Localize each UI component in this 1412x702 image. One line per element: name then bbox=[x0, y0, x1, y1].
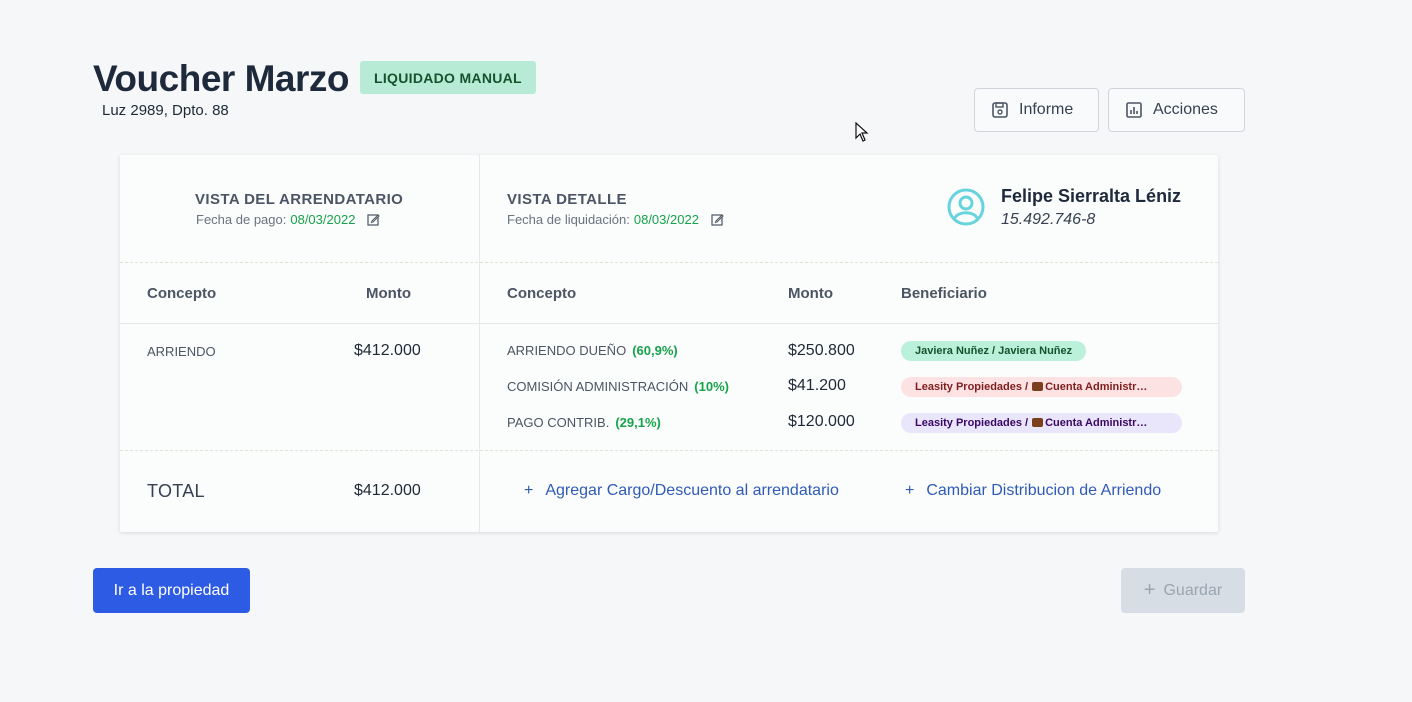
tenant-col-concept: Concepto bbox=[147, 285, 217, 302]
detail-date-value: 08/03/2022 bbox=[633, 212, 699, 227]
go-to-property-button[interactable]: Ir a la propiedad bbox=[93, 568, 250, 613]
mouse-cursor-icon bbox=[855, 122, 869, 142]
beneficiary-suffix: Cuenta Administr… bbox=[1045, 417, 1148, 429]
detail-row-pct: (10%) bbox=[694, 379, 729, 394]
beneficiary-prefix: Leasity Propiedades / bbox=[915, 381, 1029, 393]
columns-divider bbox=[120, 323, 1218, 324]
acciones-label: Acciones bbox=[1153, 101, 1218, 118]
total-amount: $412.000 bbox=[354, 482, 421, 499]
detail-row-pct: (60,9%) bbox=[632, 343, 678, 358]
beneficiary-suffix: Cuenta Administr… bbox=[1045, 381, 1148, 393]
tenant-view-title: VISTA DEL ARRENDATARIO bbox=[195, 191, 404, 208]
tenant-row-concept: ARRIENDO bbox=[147, 344, 216, 359]
tenant-date-value: 08/03/2022 bbox=[290, 212, 356, 227]
person-name: Felipe Sierralta Léniz bbox=[1001, 186, 1182, 206]
briefcase-icon bbox=[1032, 382, 1044, 391]
detail-row-concept: COMISIÓN ADMINISTRACIÓN (10%) bbox=[507, 379, 729, 394]
detail-row-concept-label: COMISIÓN ADMINISTRACIÓN bbox=[507, 379, 689, 394]
informe-button[interactable]: Informe bbox=[974, 88, 1099, 132]
detail-row-concept: PAGO CONTRIB. (29,1%) bbox=[507, 415, 661, 430]
change-distribution-label: Cambiar Distribucion de Arriendo bbox=[926, 482, 1162, 499]
detail-col-amount: Monto bbox=[788, 285, 833, 302]
user-circle-icon bbox=[947, 188, 985, 226]
voucher-card: VISTA DEL ARRENDATARIO Fecha de pago: 08… bbox=[120, 155, 1218, 532]
status-badge: LIQUIDADO MANUAL bbox=[360, 61, 536, 94]
tenant-date-label: Fecha de pago: bbox=[196, 212, 287, 227]
detail-row-amount: $41.200 bbox=[788, 377, 846, 394]
detail-date-label: Fecha de liquidación: bbox=[507, 212, 630, 227]
bar-chart-icon bbox=[1126, 102, 1142, 118]
header-divider bbox=[120, 262, 1218, 263]
column-divider bbox=[479, 155, 480, 532]
detail-col-beneficiary: Beneficiario bbox=[901, 285, 987, 302]
tenant-col-amount: Monto bbox=[366, 285, 411, 302]
detail-row-concept: ARRIENDO DUEÑO (60,9%) bbox=[507, 343, 678, 358]
detail-row-concept-label: ARRIENDO DUEÑO bbox=[507, 343, 627, 358]
edit-icon[interactable] bbox=[367, 213, 381, 226]
detail-view-title: VISTA DETALLE bbox=[507, 191, 627, 208]
detail-liquidation-date: Fecha de liquidación: 08/03/2022 bbox=[507, 212, 724, 227]
detail-col-concept: Concepto bbox=[507, 285, 577, 302]
add-charge-label: Agregar Cargo/Descuento al arrendatario bbox=[545, 482, 839, 499]
briefcase-icon bbox=[1032, 418, 1044, 427]
beneficiary-badge: Leasity Propiedades / Cuenta Administr… bbox=[901, 413, 1182, 433]
detail-row-pct: (29,1%) bbox=[615, 415, 661, 430]
detail-row-concept-label: PAGO CONTRIB. bbox=[507, 415, 610, 430]
informe-label: Informe bbox=[1019, 101, 1074, 118]
change-distribution-link[interactable]: + Cambiar Distribucion de Arriendo bbox=[905, 482, 1161, 500]
total-label: TOTAL bbox=[147, 481, 205, 501]
property-address: Luz 2989, Dpto. 88 bbox=[102, 102, 229, 119]
acciones-button[interactable]: Acciones bbox=[1108, 88, 1245, 132]
page-title: Voucher Marzo bbox=[93, 58, 349, 99]
person-rut: 15.492.746-8 bbox=[1001, 211, 1096, 228]
detail-row-amount: $250.800 bbox=[788, 342, 855, 359]
floppy-disk-icon bbox=[992, 102, 1008, 118]
plus-icon: + bbox=[905, 482, 915, 499]
save-label: Guardar bbox=[1163, 581, 1223, 599]
save-button[interactable]: + Guardar bbox=[1121, 568, 1245, 613]
plus-icon: + bbox=[1143, 579, 1156, 601]
plus-icon: + bbox=[524, 482, 534, 499]
beneficiary-badge: Javiera Nuñez / Javiera Nuñez bbox=[901, 341, 1087, 361]
edit-icon[interactable] bbox=[711, 213, 724, 226]
total-divider bbox=[120, 450, 1218, 451]
tenant-row-amount: $412.000 bbox=[354, 342, 421, 359]
beneficiary-badge: Leasity Propiedades / Cuenta Administr… bbox=[901, 377, 1182, 397]
tenant-payment-date: Fecha de pago: 08/03/2022 bbox=[196, 212, 381, 227]
detail-row-amount: $120.000 bbox=[788, 413, 855, 430]
beneficiary-prefix: Leasity Propiedades / bbox=[915, 417, 1029, 429]
add-charge-link[interactable]: + Agregar Cargo/Descuento al arrendatario bbox=[524, 482, 839, 500]
